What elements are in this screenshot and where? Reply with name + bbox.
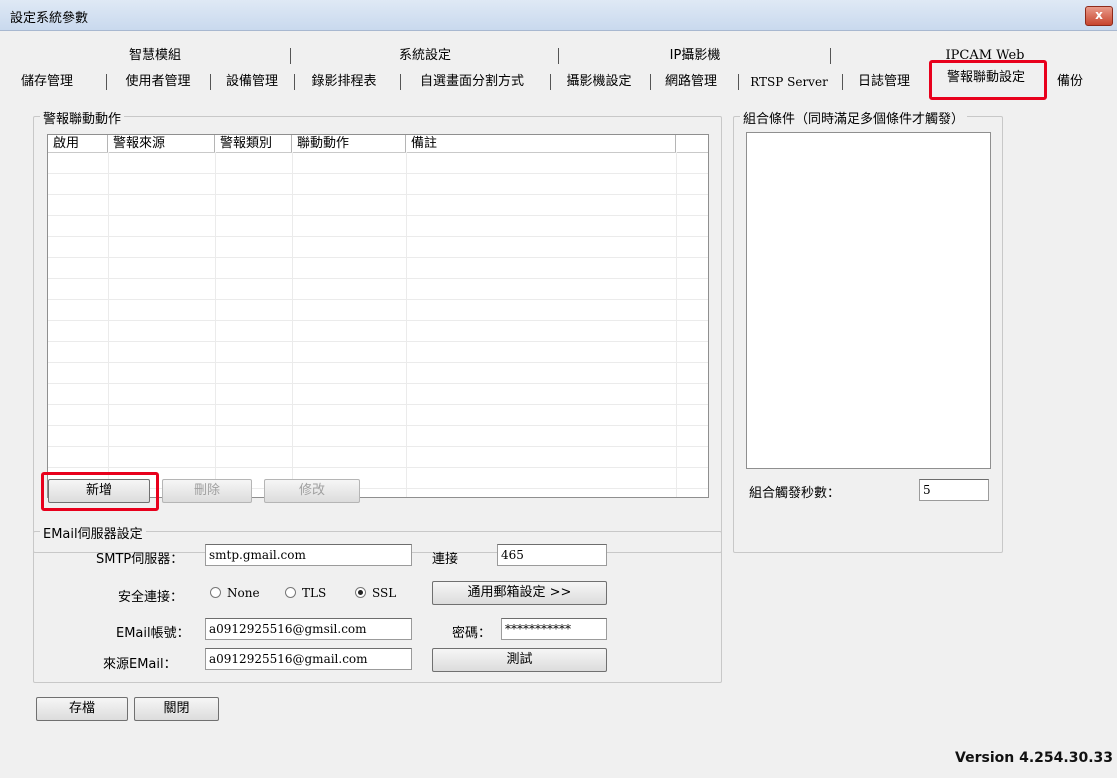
- close-window-button[interactable]: x: [1085, 6, 1113, 26]
- radio-none[interactable]: None: [210, 586, 260, 600]
- column-header-source[interactable]: 警報來源: [108, 135, 215, 152]
- column-header-type[interactable]: 警報類別: [215, 135, 292, 152]
- tab-separator: [294, 74, 295, 90]
- secure-connection-label: 安全連接：: [118, 590, 184, 605]
- tab-ipcam-web[interactable]: IPCAM Web: [930, 46, 1040, 60]
- tab-recording-schedule[interactable]: 錄影排程表: [300, 72, 388, 92]
- email-account-label: EMail帳號：: [116, 626, 190, 641]
- smtp-server-label: SMTP伺服器：: [96, 552, 184, 567]
- column-header-note[interactable]: 備註: [406, 135, 676, 152]
- list-row[interactable]: [48, 216, 708, 237]
- list-row[interactable]: [48, 258, 708, 279]
- delete-button[interactable]: 刪除: [162, 479, 252, 503]
- tab-system-settings[interactable]: 系統設定: [370, 46, 480, 66]
- radio-button-icon: [210, 587, 221, 598]
- window-title: 設定系統參數: [10, 11, 89, 26]
- radio-ssl-label: SSL: [372, 586, 397, 600]
- tab-separator: [842, 74, 843, 90]
- combo-conditions-group-label: 組合條件（同時滿足多個條件才觸發）: [740, 108, 968, 127]
- highlight-box-add: [41, 472, 159, 511]
- tab-separator: [550, 74, 551, 90]
- radio-ssl[interactable]: SSL: [355, 586, 396, 600]
- list-row[interactable]: [48, 363, 708, 384]
- tab-separator: [210, 74, 211, 90]
- tab-separator: [650, 74, 651, 90]
- list-row[interactable]: [48, 300, 708, 321]
- radio-tls[interactable]: TLS: [285, 586, 326, 600]
- save-button[interactable]: 存檔: [36, 697, 128, 721]
- tab-ip-camera[interactable]: IP攝影機: [640, 46, 750, 66]
- list-row[interactable]: [48, 279, 708, 300]
- password-input[interactable]: ***********: [501, 618, 607, 640]
- list-row[interactable]: [48, 405, 708, 426]
- radio-tls-label: TLS: [302, 586, 327, 600]
- combo-seconds-label: 組合觸發秒數：: [749, 486, 841, 501]
- port-label: 連接: [432, 552, 459, 567]
- list-row[interactable]: [48, 447, 708, 468]
- tab-backup[interactable]: 備份: [1050, 72, 1090, 92]
- title-bar: 設定系統參數 x: [0, 0, 1117, 31]
- general-mailbox-settings-button[interactable]: 通用郵箱設定 >>: [432, 581, 607, 605]
- tab-rtsp-server[interactable]: RTSP Server: [744, 72, 834, 92]
- radio-button-selected-icon: [355, 587, 366, 598]
- smtp-server-input[interactable]: smtp.gmail.com: [205, 544, 412, 566]
- list-row[interactable]: [48, 426, 708, 447]
- tab-users[interactable]: 使用者管理: [112, 72, 204, 92]
- list-row[interactable]: [48, 195, 708, 216]
- tab-custom-split[interactable]: 自選畫面分割方式: [404, 72, 540, 92]
- tab-devices[interactable]: 設備管理: [218, 72, 286, 92]
- column-header-filler: [676, 135, 708, 152]
- alarm-list-header: 啟用 警報來源 警報類別 聯動動作 備註: [48, 135, 708, 153]
- version-label: Version 4.254.30.33: [955, 750, 1113, 766]
- tab-camera-settings[interactable]: 攝影機設定: [556, 72, 642, 92]
- tab-network[interactable]: 網路管理: [656, 72, 726, 92]
- list-row[interactable]: [48, 153, 708, 174]
- alarm-linkage-list[interactable]: 啟用 警報來源 警報類別 聯動動作 備註: [47, 134, 709, 498]
- settings-dialog: 智慧模組 系統設定 IP攝影機 IPCAM Web 儲存管理 使用者管理 設備管…: [0, 31, 1117, 778]
- test-button[interactable]: 測試: [432, 648, 607, 672]
- list-row[interactable]: [48, 174, 708, 195]
- port-input[interactable]: 465: [497, 544, 607, 566]
- password-label: 密碼：: [452, 626, 492, 641]
- modify-button[interactable]: 修改: [264, 479, 360, 503]
- column-header-action[interactable]: 聯動動作: [292, 135, 406, 152]
- radio-none-label: None: [227, 586, 260, 600]
- tab-separator: [290, 48, 291, 64]
- combo-seconds-input[interactable]: 5: [919, 479, 989, 501]
- email-server-group-label: EMail伺服器設定: [40, 523, 146, 542]
- tab-separator: [830, 48, 831, 64]
- list-row[interactable]: [48, 237, 708, 258]
- combo-conditions-list[interactable]: [746, 132, 991, 469]
- source-email-input[interactable]: a0912925516@gmail.com: [205, 648, 412, 670]
- tab-storage[interactable]: 儲存管理: [5, 72, 89, 92]
- highlight-box-tab: [929, 60, 1047, 100]
- email-account-input[interactable]: a0912925516@gmsil.com: [205, 618, 412, 640]
- tab-separator: [106, 74, 107, 90]
- tab-separator: [558, 48, 559, 64]
- tab-separator: [738, 74, 739, 90]
- close-button[interactable]: 關閉: [134, 697, 219, 721]
- source-email-label: 來源EMail：: [103, 657, 177, 672]
- list-row[interactable]: [48, 342, 708, 363]
- tab-smart-module[interactable]: 智慧模組: [100, 46, 210, 66]
- list-row[interactable]: [48, 384, 708, 405]
- tab-separator: [400, 74, 401, 90]
- alarm-linkage-group-label: 警報聯動動作: [40, 108, 125, 127]
- radio-button-icon: [285, 587, 296, 598]
- tab-log[interactable]: 日誌管理: [848, 72, 920, 92]
- column-header-enable[interactable]: 啟用: [48, 135, 108, 152]
- list-row[interactable]: [48, 321, 708, 342]
